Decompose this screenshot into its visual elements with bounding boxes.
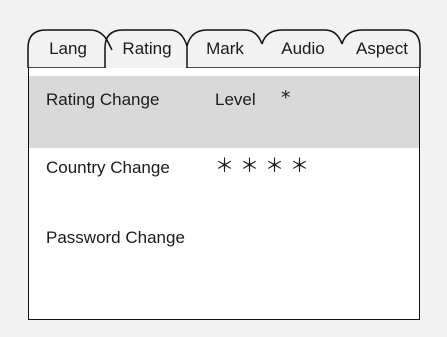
tab-audio[interactable]: Audio (266, 38, 340, 60)
rating-change-label: Rating Change (46, 90, 160, 109)
rating-panel: Rating Change Level * Country Change ＊＊＊… (28, 68, 420, 320)
tab-mark[interactable]: Mark (190, 38, 260, 60)
settings-dialog: Lang Rating Mark Audio Aspect Rating Cha… (0, 0, 447, 337)
password-change-label: Password Change (46, 228, 185, 247)
tab-aspect[interactable]: Aspect (344, 38, 420, 60)
rating-level-value: * (281, 87, 297, 109)
country-code-value: ＊＊＊＊ (215, 155, 316, 177)
country-change-row[interactable]: Country Change ＊＊＊＊ (29, 150, 419, 210)
country-change-label: Country Change (46, 158, 170, 177)
rating-change-row[interactable]: Rating Change Level * (29, 76, 419, 148)
rating-level-label: Level (215, 90, 256, 109)
password-change-row[interactable]: Password Change (29, 216, 419, 276)
tab-lang[interactable]: Lang (32, 38, 104, 60)
tab-rating[interactable]: Rating (108, 38, 186, 60)
